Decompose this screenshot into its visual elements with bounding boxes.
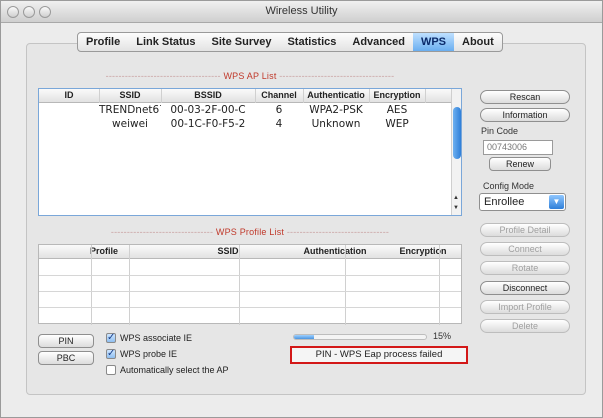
tab-advanced[interactable]: Advanced — [344, 33, 413, 51]
disconnect-button[interactable]: Disconnect — [480, 281, 570, 295]
pin-code-label: Pin Code — [481, 126, 519, 136]
config-mode-select[interactable]: Enrollee ▼ — [479, 193, 566, 211]
column-divider — [425, 89, 426, 103]
wps-probe-ie-checkbox[interactable]: ✓ WPS probe IE — [106, 349, 177, 359]
column-divider — [129, 245, 130, 325]
cell-encryption: WEP — [385, 118, 409, 130]
scroll-down-arrow-icon[interactable]: ▼ — [453, 205, 459, 211]
title-bar: Wireless Utility — [1, 1, 602, 23]
information-button[interactable]: Information — [480, 108, 570, 122]
cell-bssid: 00-03-2F-00-C — [170, 104, 246, 116]
column-header-authentication[interactable]: Authenticatio — [303, 90, 369, 100]
cell-channel: 4 — [275, 118, 283, 130]
wps-profile-list[interactable]: Profile SSID Authentication Encryption — [38, 244, 463, 325]
scroll-up-arrow-icon[interactable]: ▲ — [453, 195, 459, 201]
cell-channel: 6 — [275, 104, 283, 116]
cell-ssid: TRENDnet670 — [99, 104, 161, 116]
wps-ap-list-title: ------------------------------------ WPS… — [105, 71, 395, 81]
column-header-authentication[interactable]: Authentication — [287, 246, 383, 256]
delete-button[interactable]: Delete — [480, 319, 570, 333]
wireless-utility-window: Wireless Utility Profile Link Status Sit… — [0, 0, 603, 418]
status-message: PIN - WPS Eap process failed — [290, 346, 468, 364]
column-divider — [439, 245, 440, 325]
config-mode-label: Config Mode — [483, 181, 535, 191]
scroll-thumb[interactable] — [453, 107, 461, 159]
wps-profile-list-title: -------------------------------- WPS Pro… — [110, 227, 390, 237]
config-mode-value: Enrollee — [484, 196, 525, 208]
tab-statistics[interactable]: Statistics — [279, 33, 344, 51]
auto-select-ap-checkbox[interactable]: Automatically select the AP — [106, 365, 229, 375]
connect-button[interactable]: Connect — [480, 242, 570, 256]
column-header-encryption[interactable]: Encryption — [369, 90, 425, 100]
progress-percent: 15% — [433, 331, 452, 341]
progress-fill — [294, 335, 314, 339]
wps-probe-ie-label: WPS probe IE — [120, 349, 178, 359]
wps-progress-bar — [293, 334, 427, 340]
rotate-button[interactable]: Rotate — [480, 261, 570, 275]
column-divider — [345, 245, 346, 325]
pin-code-field: 00743006 — [483, 140, 553, 155]
column-header-encryption[interactable]: Encryption — [383, 246, 463, 256]
column-divider — [161, 89, 162, 103]
dropdown-arrow-icon[interactable]: ▼ — [549, 195, 564, 209]
column-divider — [99, 89, 100, 103]
row-divider — [39, 275, 461, 276]
row-divider — [39, 291, 461, 292]
ap-list-scrollbar[interactable]: ▲ ▼ — [451, 89, 461, 215]
import-profile-button[interactable]: Import Profile — [480, 300, 570, 314]
column-divider — [255, 89, 256, 103]
rescan-button[interactable]: Rescan — [480, 90, 570, 104]
tab-site-survey[interactable]: Site Survey — [204, 33, 280, 51]
column-divider — [239, 245, 240, 325]
checkbox-checked-icon[interactable]: ✓ — [106, 333, 116, 343]
cell-authentication: WPA2-PSK — [309, 104, 363, 116]
tab-bar: Profile Link Status Site Survey Statisti… — [77, 32, 503, 52]
profile-detail-button[interactable]: Profile Detail — [480, 223, 570, 237]
wps-ap-list[interactable]: ID SSID BSSID Channel Authenticatio Encr… — [38, 88, 462, 216]
row-divider — [39, 307, 461, 308]
window-title: Wireless Utility — [265, 5, 338, 17]
pin-button[interactable]: PIN — [38, 334, 94, 348]
tab-about[interactable]: About — [454, 33, 502, 51]
column-header-ssid[interactable]: SSID — [169, 246, 287, 256]
cell-bssid: 00-1C-F0-F5-2 — [170, 118, 246, 130]
renew-button[interactable]: Renew — [489, 157, 551, 171]
column-header-channel[interactable]: Channel — [255, 90, 303, 100]
cell-authentication: Unknown — [311, 118, 361, 130]
auto-select-ap-label: Automatically select the AP — [120, 365, 229, 375]
column-header-profile[interactable]: Profile — [39, 246, 169, 256]
checkbox-checked-icon[interactable]: ✓ — [106, 349, 116, 359]
pbc-button[interactable]: PBC — [38, 351, 94, 365]
checkbox-unchecked-icon[interactable] — [106, 365, 116, 375]
tab-link-status[interactable]: Link Status — [128, 33, 203, 51]
column-header-ssid[interactable]: SSID — [99, 90, 161, 100]
column-divider — [91, 245, 92, 325]
cell-encryption: AES — [386, 104, 408, 116]
wps-associate-ie-label: WPS associate IE — [120, 333, 193, 343]
tab-profile[interactable]: Profile — [78, 33, 128, 51]
cell-ssid: weiwei — [112, 118, 148, 130]
wps-associate-ie-checkbox[interactable]: ✓ WPS associate IE — [106, 333, 192, 343]
column-divider — [369, 89, 370, 103]
column-divider — [303, 89, 304, 103]
column-header-id[interactable]: ID — [39, 90, 99, 100]
column-header-bssid[interactable]: BSSID — [161, 90, 255, 100]
tab-wps[interactable]: WPS — [412, 33, 455, 51]
